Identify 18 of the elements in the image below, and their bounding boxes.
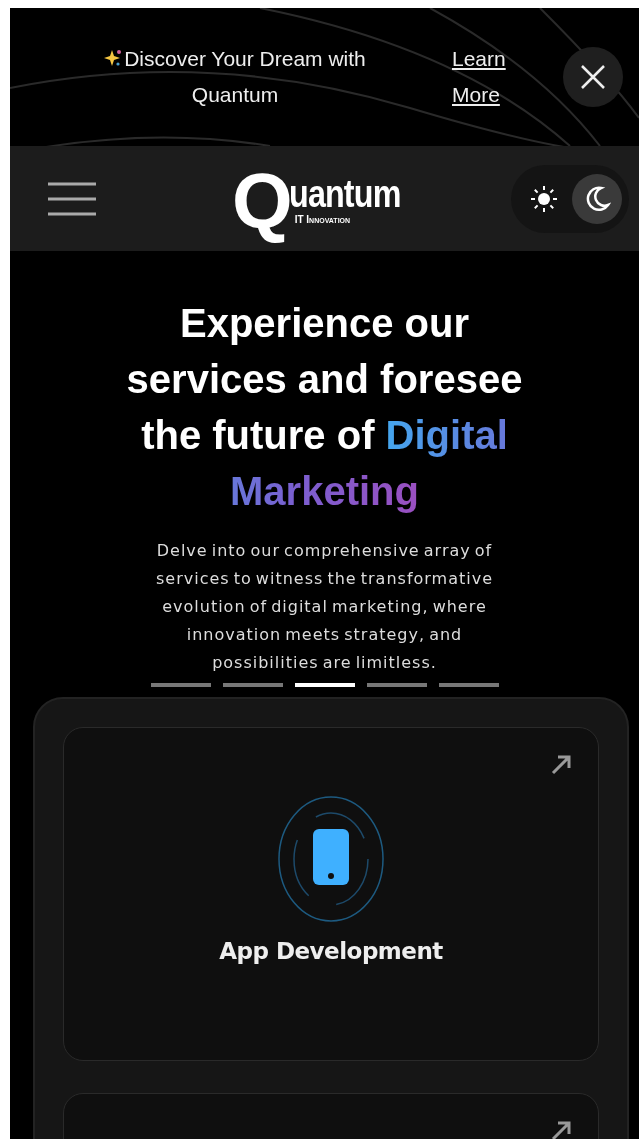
phone-icon (276, 794, 386, 924)
moon-mode-button[interactable] (571, 173, 622, 224)
carousel-indicator[interactable] (222, 683, 283, 687)
carousel-indicator[interactable] (366, 683, 427, 687)
arrow-icon (550, 754, 572, 776)
sun-icon (529, 184, 558, 213)
hero-description: Delve into our comprehensive array of services to witness the transformative evolution of digital marketing, where innovation meets strategy, and possibilities are limitless. (154, 540, 494, 674)
banner-text: Discover Your Dream with Quantum (70, 41, 400, 113)
hero-heading: Experience our services and foresee the future of Digital Marketing (125, 300, 524, 515)
service-card[interactable]: App Development (63, 727, 599, 1061)
carousel-indicator[interactable] (150, 683, 211, 687)
learn-more-link[interactable]: Learn More (452, 41, 514, 113)
close-icon (580, 64, 606, 90)
carousel-indicator[interactable] (438, 683, 499, 687)
carousel-indicator[interactable] (294, 683, 355, 687)
close-button[interactable] (563, 47, 623, 107)
arrow-icon (550, 1120, 572, 1139)
service-title: App Development (219, 937, 443, 966)
